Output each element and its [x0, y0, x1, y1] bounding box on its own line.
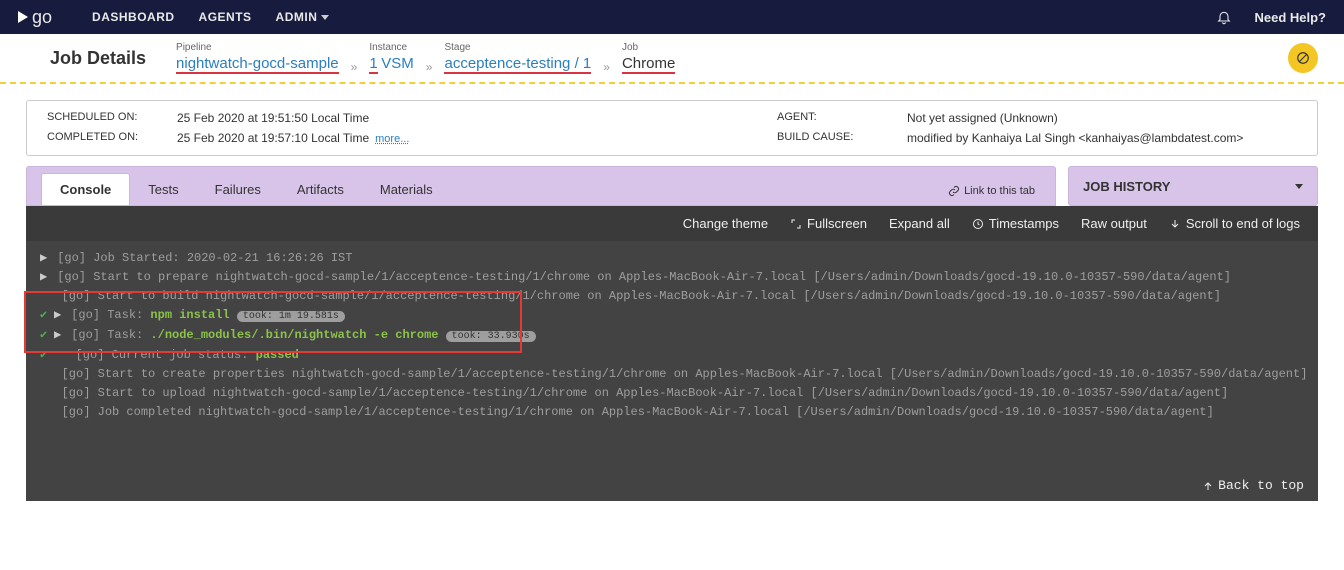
change-theme-button[interactable]: Change theme: [683, 216, 768, 231]
breadcrumb-bar: Job Details Pipeline nightwatch-gocd-samp…: [0, 34, 1344, 84]
chevron-right-icon: »: [426, 60, 433, 74]
crumb-label: Instance: [369, 42, 413, 53]
check-icon: ✔: [40, 346, 54, 365]
log-line: ✔▶ [go] Task: npm install took: 1m 19.58…: [40, 306, 1304, 326]
tab-failures[interactable]: Failures: [197, 174, 279, 205]
crumb-job: Chrome: [622, 55, 675, 72]
nav-admin[interactable]: ADMIN: [276, 10, 330, 24]
job-history-panel[interactable]: JOB HISTORY: [1068, 166, 1318, 206]
link-to-tab[interactable]: Link to this tab: [938, 177, 1045, 205]
more-link[interactable]: more...: [375, 133, 409, 145]
meta-label: COMPLETED ON:: [47, 131, 147, 145]
raw-output-button[interactable]: Raw output: [1081, 216, 1147, 231]
console-output[interactable]: ▶ [go] Job Started: 2020-02-21 16:26:26 …: [26, 241, 1318, 501]
expand-toggle[interactable]: ▶: [54, 326, 64, 345]
expand-all-button[interactable]: Expand all: [889, 216, 950, 231]
log-line: ▶ [go] Job Started: 2020-02-21 16:26:26 …: [40, 249, 1304, 268]
log-line: [go] Job completed nightwatch-gocd-sampl…: [40, 403, 1304, 422]
check-icon: ✔: [40, 326, 54, 345]
task-command: npm install: [150, 308, 229, 322]
cancel-icon: [1296, 51, 1310, 65]
topbar-right: Need Help?: [1216, 9, 1326, 25]
chevron-right-icon: »: [603, 60, 610, 74]
duration-pill: took: 33.930s: [446, 331, 536, 342]
meta-value: 25 Feb 2020 at 19:57:10 Local Time: [177, 131, 369, 145]
crumb-instance[interactable]: 1: [369, 55, 377, 72]
tab-artifacts[interactable]: Artifacts: [279, 174, 362, 205]
nav-dashboard[interactable]: DASHBOARD: [92, 10, 175, 24]
expand-toggle[interactable]: ▶: [40, 249, 50, 268]
link-icon: [948, 185, 960, 197]
chevron-right-icon: »: [351, 60, 358, 74]
crumb-stage[interactable]: acceptence-testing / 1: [444, 55, 591, 72]
tab-console[interactable]: Console: [41, 173, 130, 205]
crumb-label: Pipeline: [176, 42, 339, 53]
meta-value: 25 Feb 2020 at 19:51:50 Local Time: [177, 111, 369, 125]
expand-toggle[interactable]: ▶: [40, 268, 50, 287]
meta-value: Not yet assigned (Unknown): [907, 111, 1058, 125]
tab-materials[interactable]: Materials: [362, 174, 451, 205]
log-line: [go] Start to upload nightwatch-gocd-sam…: [40, 384, 1304, 403]
task-command: ./node_modules/.bin/nightwatch -e chrome: [150, 328, 438, 342]
topbar: go DASHBOARD AGENTS ADMIN Need Help?: [0, 0, 1344, 34]
page-title: Job Details: [50, 48, 146, 69]
job-meta: SCHEDULED ON: 25 Feb 2020 at 19:51:50 Loc…: [26, 100, 1318, 156]
job-status: passed: [256, 348, 299, 362]
tabs-row: Console Tests Failures Artifacts Materia…: [0, 166, 1344, 206]
duration-pill: took: 1m 19.581s: [237, 311, 345, 322]
clock-icon: [972, 218, 984, 230]
chevron-down-icon: [321, 15, 329, 20]
crumb-label: Stage: [444, 42, 591, 53]
check-icon: ✔: [40, 306, 54, 325]
expand-toggle[interactable]: ▶: [54, 306, 64, 325]
log-line: ▶ [go] Start to prepare nightwatch-gocd-…: [40, 268, 1304, 287]
crumb-pipeline[interactable]: nightwatch-gocd-sample: [176, 55, 339, 72]
meta-label: AGENT:: [777, 111, 877, 125]
status-badge[interactable]: [1288, 43, 1318, 73]
meta-value: modified by Kanhaiya Lal Singh <kanhaiya…: [907, 131, 1243, 145]
chevron-down-icon: [1295, 184, 1303, 189]
console-wrap: Change theme Fullscreen Expand all Times…: [26, 206, 1318, 501]
log-line: [go] Start to build nightwatch-gocd-samp…: [40, 287, 1304, 306]
crumb-vsm[interactable]: VSM: [381, 55, 414, 72]
back-to-top-button[interactable]: Back to top: [1202, 476, 1304, 495]
logo-icon: [18, 11, 28, 23]
help-link[interactable]: Need Help?: [1254, 10, 1326, 25]
log-line: ✔ [go] Current job status: passed: [40, 346, 1304, 365]
log-line: ✔▶ [go] Task: ./node_modules/.bin/nightw…: [40, 326, 1304, 346]
top-nav: DASHBOARD AGENTS ADMIN: [92, 10, 329, 24]
bell-icon[interactable]: [1216, 9, 1232, 25]
timestamps-button[interactable]: Timestamps: [972, 216, 1059, 231]
logo[interactable]: go: [18, 7, 52, 28]
nav-agents[interactable]: AGENTS: [199, 10, 252, 24]
tabstrip: Console Tests Failures Artifacts Materia…: [26, 166, 1056, 206]
scroll-end-button[interactable]: Scroll to end of logs: [1169, 216, 1300, 231]
fullscreen-button[interactable]: Fullscreen: [790, 216, 867, 231]
logo-text: go: [32, 7, 52, 28]
crumb-label: Job: [622, 42, 675, 53]
breadcrumb: Pipeline nightwatch-gocd-sample » Instanc…: [176, 42, 675, 74]
job-history-title: JOB HISTORY: [1083, 179, 1170, 194]
log-line: [go] Start to create properties nightwat…: [40, 365, 1304, 384]
expand-icon: [790, 218, 802, 230]
console-toolbar: Change theme Fullscreen Expand all Times…: [26, 206, 1318, 241]
meta-label: BUILD CAUSE:: [777, 131, 877, 145]
arrow-up-icon: [1202, 480, 1214, 492]
meta-label: SCHEDULED ON:: [47, 111, 147, 125]
tab-tests[interactable]: Tests: [130, 174, 196, 205]
arrow-down-icon: [1169, 218, 1181, 230]
